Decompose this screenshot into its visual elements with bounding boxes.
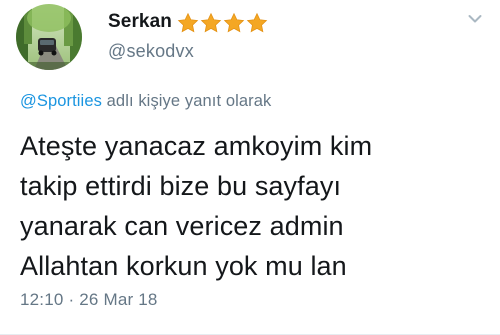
reply-context: @Sportiies adlı kişiye yanıt olarak: [20, 92, 271, 111]
star-icon: [246, 12, 268, 32]
reply-context-label: adlı kişiye yanıt olarak: [106, 92, 272, 110]
user-handle[interactable]: @sekodvx: [108, 41, 269, 62]
avatar[interactable]: [16, 4, 82, 70]
star-icon: [200, 12, 222, 32]
tweet-text: Ateşte yanacaz amkoyim kim takip ettirdi…: [20, 131, 373, 281]
avatar-photo: [16, 4, 82, 70]
star-icon: [223, 12, 245, 32]
tweet-header: Serkan @sekodvx: [108, 6, 269, 62]
display-name[interactable]: Serkan: [108, 11, 172, 33]
chevron-down-icon[interactable]: [468, 14, 482, 24]
reply-mention-link[interactable]: @Sportiies: [20, 92, 102, 110]
tweet: Serkan @sekodvx @Sportiies adlı kişiye y…: [0, 0, 500, 335]
star-icon: [177, 12, 199, 32]
name-row: Serkan: [108, 6, 269, 38]
tweet-timestamp[interactable]: 12:10 · 26 Mar 18: [20, 290, 158, 310]
name-emojis: [177, 12, 269, 34]
